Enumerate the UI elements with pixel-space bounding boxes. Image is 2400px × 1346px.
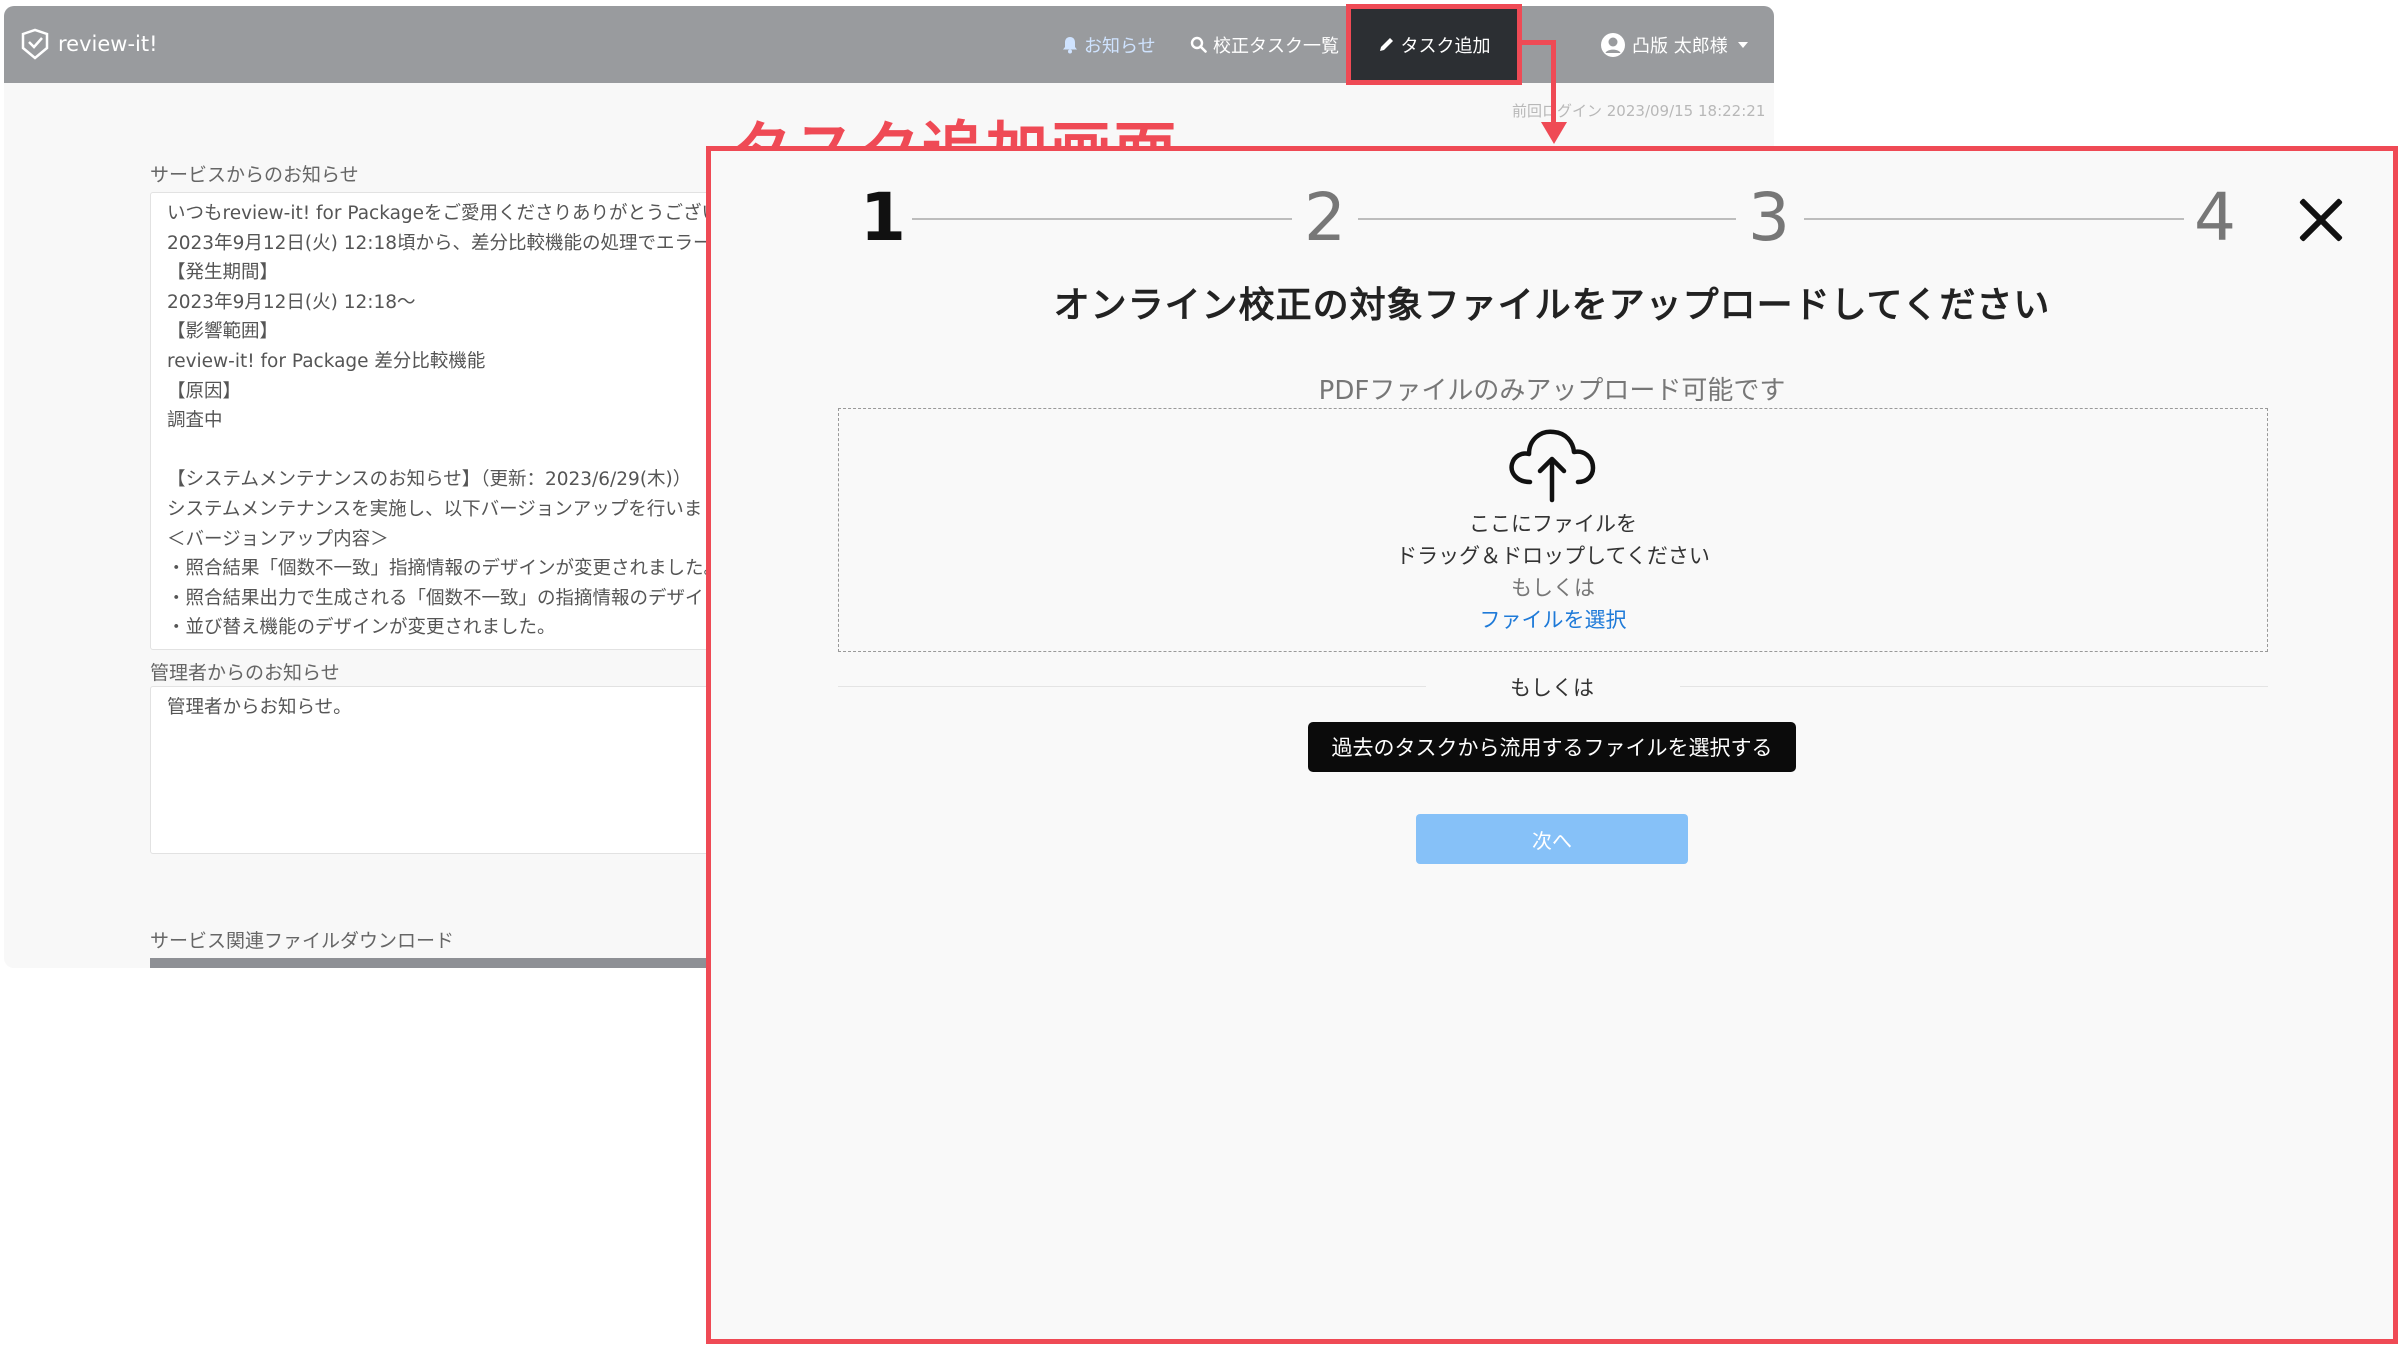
service-notice-line: ・並び替え機能のデザインが変更されました。	[167, 617, 556, 639]
highlight-box-top	[1346, 4, 1522, 9]
chevron-down-icon	[1737, 41, 1748, 48]
service-notice-line: 【影響範囲】	[167, 321, 279, 343]
service-notice-line: ・照合結果「個数不一致」指摘情報のデザインが変更されました。	[167, 558, 723, 580]
highlight-box-bottom	[1346, 80, 1522, 85]
cloud-upload-icon	[1509, 429, 1596, 503]
user-menu[interactable]: 凸版 太郎様	[1600, 6, 1748, 83]
service-notice-line: ・照合結果出力で生成される「個数不一致」の指摘情報のデザインが変更されました。	[167, 587, 769, 609]
nav-task-list-label: 校正タスク一覧	[1213, 35, 1339, 57]
step-connector	[1804, 218, 2184, 220]
step-4: 4	[2194, 179, 2236, 256]
dropzone-text-2: ドラッグ＆ドロップしてください	[1396, 544, 1710, 568]
admin-notice-label: 管理者からのお知らせ	[150, 662, 340, 684]
downloads-label: サービス関連ファイルダウンロード	[150, 930, 455, 952]
search-icon	[1190, 36, 1207, 53]
arrow-down-icon	[1541, 122, 1567, 144]
pencil-icon	[1379, 38, 1393, 51]
nav-notice[interactable]: お知らせ	[1062, 6, 1156, 83]
nav-add-task[interactable]: タスク追加	[1346, 6, 1522, 83]
select-file-link[interactable]: ファイルを選択	[1480, 608, 1627, 632]
service-notice-line	[151, 436, 769, 466]
dropzone-link-wrap: ファイルを選択	[838, 604, 2268, 634]
last-login-time: 前回ログイン 2023/09/15 18:22:21	[1512, 102, 1766, 120]
service-notice-label: サービスからのお知らせ	[150, 164, 359, 186]
top-navbar: review-it! お知らせ 校正タスク一覧 タスク追加 凸版 太郎様	[4, 6, 1774, 83]
admin-notice-panel[interactable]: 管理者からお知らせ。	[150, 686, 770, 854]
next-button[interactable]: 次へ	[1416, 814, 1688, 864]
service-notice-line: 【原因】	[167, 380, 242, 402]
dropzone-or: もしくは	[1511, 576, 1595, 600]
highlight-box-left	[1346, 4, 1351, 85]
step-2: 2	[1304, 179, 1346, 256]
user-name: 凸版 太郎様	[1632, 35, 1728, 57]
dropzone-text-1: ここにファイルを	[1469, 512, 1637, 536]
or-separator: もしくは	[1510, 676, 1594, 700]
user-circle-icon	[1601, 32, 1625, 57]
step-connector	[912, 218, 1292, 220]
review-logo-icon	[21, 28, 49, 60]
brand-name: review-it!	[58, 32, 158, 56]
admin-notice-text: 管理者からお知らせ。	[167, 697, 352, 718]
upload-hint: PDFファイルのみアップロード可能です	[1318, 376, 1786, 406]
nav-task-list[interactable]: 校正タスク一覧	[1190, 6, 1339, 83]
connector-vertical	[1551, 40, 1556, 124]
brand-logo[interactable]: review-it!	[20, 24, 158, 64]
step-connector	[1358, 218, 1736, 220]
bell-icon	[1063, 36, 1077, 53]
nav-notice-label: お知らせ	[1084, 35, 1156, 57]
service-notice-panel[interactable]: いつもreview-it! for Packageをご愛用くださりありがとうござ…	[150, 192, 770, 650]
close-icon[interactable]	[2296, 196, 2344, 244]
service-notice-line: 【発生期間】	[167, 262, 279, 284]
service-notice-line: review-it! for Package 差分比較機能	[167, 350, 486, 372]
service-notice-line: ＜バージョンアップ内容＞	[167, 528, 389, 550]
downloads-table-header	[150, 958, 770, 968]
step-1: 1	[860, 179, 906, 256]
nav-add-task-label: タスク追加	[1400, 35, 1491, 57]
step-3: 3	[1748, 179, 1790, 256]
service-notice-line: 調査中	[167, 410, 223, 432]
service-notice-line: いつもreview-it! for Packageをご愛用くださりありがとうござ…	[167, 203, 770, 224]
service-notice-line: 2023年9月12日(火) 12:18～	[167, 291, 416, 313]
service-notice-line: システムメンテナンスを実施し、以下バージョンアップを行いました。	[167, 498, 758, 520]
reuse-past-task-button[interactable]: 過去のタスクから流用するファイルを選択する	[1308, 722, 1796, 772]
modal-title: オンライン校正の対象ファイルをアップロードしてください	[1053, 285, 2051, 326]
service-notice-line: 【システムメンテナンスのお知らせ】（更新：2023/6/29(木)）	[167, 469, 692, 491]
service-notice-line: 2023年9月12日(火) 12:18頃から、差分比較機能の処理でエラーが発生し…	[167, 232, 769, 254]
